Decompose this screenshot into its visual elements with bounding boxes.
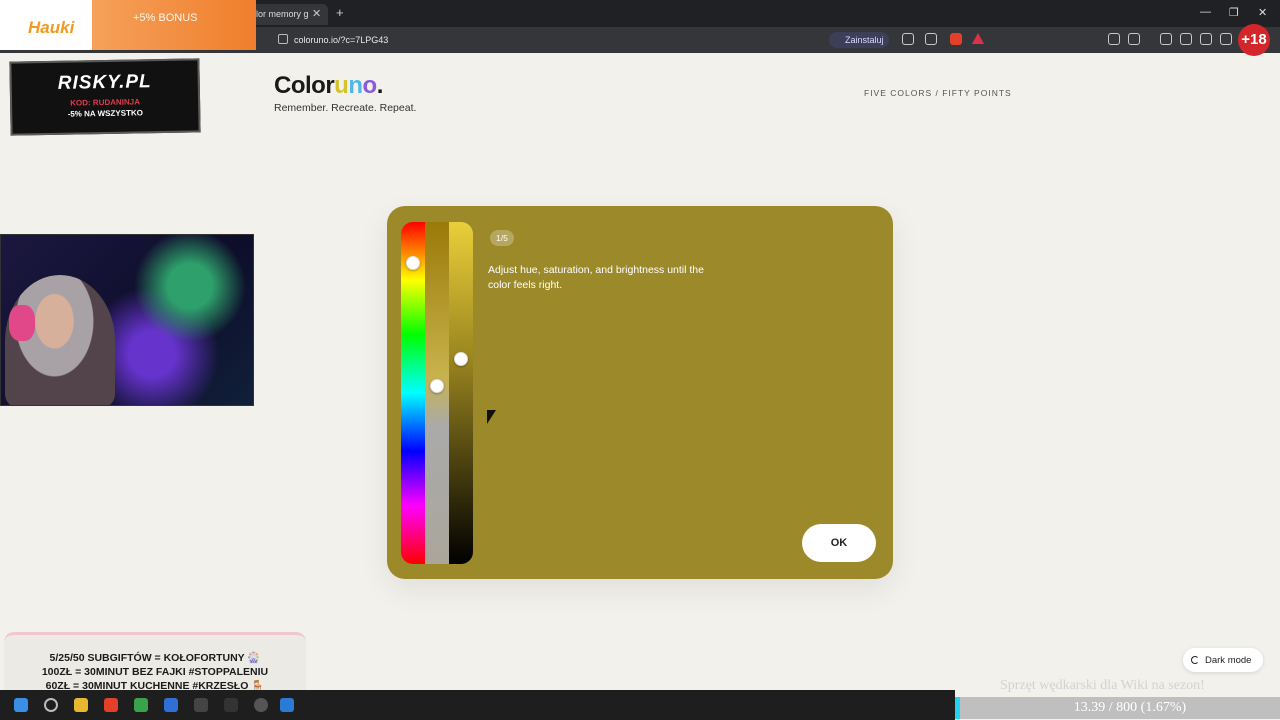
url-text: coloruno.io/?c=7LPG43: [294, 35, 389, 45]
install-app-button[interactable]: Zainstaluj: [829, 32, 889, 48]
site-info-icon[interactable]: [278, 34, 288, 44]
brightness-slider[interactable]: [449, 222, 473, 564]
donation-goal-bar: 13.39 / 800 (1.67%): [955, 697, 1280, 719]
bonus-text: +5% BONUS: [133, 12, 198, 24]
risky-code: KOD: RUDANINJA: [70, 97, 141, 108]
game-subtitle: FIVE COLORS / FIFTY POINTS: [864, 88, 1012, 98]
dark-mode-label: Dark mode: [1205, 655, 1252, 666]
wallet-icon[interactable]: [1200, 33, 1212, 45]
extensions-icon[interactable]: [1108, 33, 1120, 45]
webcam-feed: [0, 234, 254, 406]
hauki-logo: Hauki: [28, 18, 75, 37]
hue-slider[interactable]: [401, 222, 425, 564]
app-icon[interactable]: [194, 698, 208, 712]
taskbar: [0, 690, 955, 720]
app-icon[interactable]: [134, 698, 148, 712]
coloruno-logo[interactable]: Coloruno.: [274, 72, 416, 100]
media-icon[interactable]: [1160, 33, 1172, 45]
subs-line: 5/25/50 SUBGIFTÓW = KOŁOFORTUNY 🎡: [49, 652, 261, 664]
hauki-bonus-banner: Hauki +5% BONUS: [0, 0, 256, 50]
brand: Coloruno. Remember. Recreate. Repeat.: [274, 72, 416, 114]
minimize-icon[interactable]: —: [1200, 6, 1211, 18]
instruction-text: Adjust hue, saturation, and brightness u…: [488, 264, 704, 291]
window-close-icon[interactable]: ✕: [1258, 6, 1267, 19]
tagline: Remember. Recreate. Repeat.: [274, 102, 417, 114]
headset-icon: [9, 305, 35, 341]
app-icon[interactable]: [254, 698, 268, 712]
new-tab-icon[interactable]: +: [336, 5, 344, 20]
subs-line: 100ZŁ = 30MINUT BEZ FAJKI #STOPPALENIU: [41, 666, 269, 678]
address-bar[interactable]: coloruno.io/?c=7LPG43: [270, 30, 1000, 50]
brave-shield-icon[interactable]: [950, 33, 962, 45]
screenshot-icon[interactable]: [1128, 33, 1140, 45]
ok-button[interactable]: OK: [802, 524, 876, 562]
app-icon[interactable]: [280, 698, 294, 712]
subgift-goals-panel: 5/25/50 SUBGIFTÓW = KOŁOFORTUNY 🎡 100ZŁ …: [4, 632, 306, 692]
risky-promo-banner: RISKY.PL KOD: RUDANINJA -5% NA WSZYSTKO: [9, 58, 201, 136]
sidebar-icon[interactable]: [1180, 33, 1192, 45]
mouse-cursor-icon: [487, 410, 496, 424]
app-icon[interactable]: [164, 698, 178, 712]
app-icon[interactable]: [224, 698, 238, 712]
restore-icon[interactable]: ❐: [1229, 6, 1239, 19]
tab-title: lor memory g: [256, 9, 309, 19]
start-icon[interactable]: [14, 698, 28, 712]
brave-rewards-icon[interactable]: [972, 33, 984, 44]
brave-icon[interactable]: [104, 698, 118, 712]
risky-title: RISKY.PL: [57, 71, 152, 94]
donation-goal-text: 13.39 / 800 (1.67%): [1073, 700, 1187, 715]
stream-goal-title: Sprzęt wędkarski dla Wiki na sezon!: [1000, 678, 1205, 693]
risky-promo: -5% NA WSZYSTKO: [67, 108, 143, 119]
moon-icon: [1191, 656, 1199, 664]
hue-handle[interactable]: [406, 256, 420, 271]
close-tab-icon[interactable]: ✕: [312, 7, 321, 20]
step-counter: 1/5: [490, 230, 514, 246]
file-explorer-icon[interactable]: [74, 698, 88, 712]
age-restriction-badge: +18: [1238, 24, 1270, 56]
share-icon[interactable]: [925, 33, 937, 45]
leo-ai-icon[interactable]: [1220, 33, 1232, 45]
dark-mode-toggle[interactable]: Dark mode: [1183, 648, 1263, 672]
brightness-handle[interactable]: [454, 351, 468, 366]
search-icon[interactable]: [44, 698, 58, 712]
translate-icon[interactable]: [902, 33, 914, 45]
color-picker-card: 1/5 Adjust hue, saturation, and brightne…: [387, 206, 893, 579]
